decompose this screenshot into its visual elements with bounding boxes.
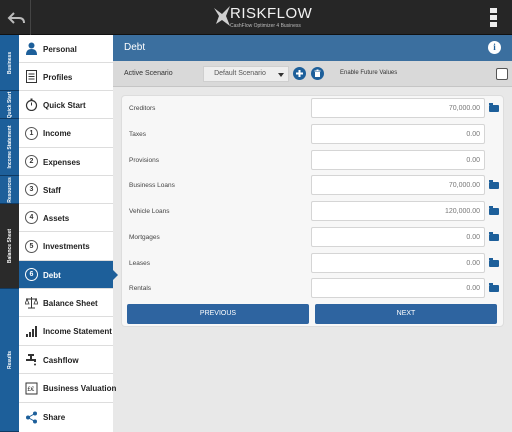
step-number: 6 <box>25 268 38 281</box>
enable-future-values-label: Enable Future Values <box>340 70 398 76</box>
info-icon[interactable]: i <box>488 41 501 54</box>
form-row-mortgages: Mortgages 0.00 <box>122 225 505 251</box>
calculator-icon: £€ <box>25 382 38 395</box>
sidebar-item-personal[interactable]: Personal <box>19 35 113 63</box>
step-number: 4 <box>25 211 38 224</box>
page-title: Debt <box>124 42 146 53</box>
enable-future-values-checkbox[interactable] <box>496 68 508 80</box>
sidebar-item-balance-sheet[interactable]: Balance Sheet <box>19 289 113 317</box>
back-button[interactable] <box>6 7 28 29</box>
business-loans-input[interactable]: 70,000.00 <box>311 175 485 195</box>
plus-icon <box>296 70 303 77</box>
document-icon <box>26 70 37 83</box>
creditors-input[interactable]: 70,000.00 <box>311 98 485 118</box>
group-tab-results[interactable]: Results <box>0 289 19 432</box>
sidebar-item-cashflow[interactable]: Cashflow <box>19 346 113 374</box>
sidebar-item-investments[interactable]: 5 Investments <box>19 232 113 261</box>
page-header: Debt i <box>113 35 512 61</box>
group-tabs: Business Quick Start Income Statement Re… <box>0 35 19 432</box>
sidebar-item-quick-start[interactable]: Quick Start <box>19 91 113 119</box>
form-row-rentals: Rentals 0.00 <box>122 276 505 302</box>
sidebar-item-income-statement[interactable]: Income Statement <box>19 317 113 346</box>
form-row-creditors: Creditors 70,000.00 <box>122 96 505 122</box>
folder-icon[interactable] <box>489 206 499 215</box>
chevron-down-icon <box>278 73 284 77</box>
group-tab-balance-sheet[interactable]: Balance Sheet <box>0 204 19 289</box>
scenario-bar: Active Scenario Default Scenario Enable … <box>113 61 512 87</box>
step-number: 2 <box>25 155 38 168</box>
trash-icon <box>314 69 321 77</box>
active-scenario-label: Active Scenario <box>124 70 173 77</box>
eagle-logo-icon <box>214 6 230 26</box>
folder-icon[interactable] <box>489 180 499 189</box>
rentals-input[interactable]: 0.00 <box>311 278 485 298</box>
more-menu-button[interactable] <box>488 6 500 30</box>
stopwatch-icon <box>25 98 38 111</box>
sidebar-item-expenses[interactable]: 2 Expenses <box>19 148 113 176</box>
sidebar-item-staff[interactable]: 3 Staff <box>19 176 113 204</box>
bar-chart-icon <box>26 326 37 337</box>
form-row-leases: Leases 0.00 <box>122 251 505 277</box>
form-row-vehicle-loans: Vehicle Loans 120,000.00 <box>122 199 505 225</box>
previous-button[interactable]: PREVIOUS <box>127 304 309 324</box>
taxes-input[interactable]: 0.00 <box>311 124 485 144</box>
next-button[interactable]: NEXT <box>315 304 497 324</box>
folder-icon[interactable] <box>489 103 499 112</box>
folder-icon[interactable] <box>489 232 499 241</box>
sidebar: Personal Profiles Quick Start 1 Income 2… <box>19 35 116 432</box>
sidebar-item-profiles[interactable]: Profiles <box>19 63 113 91</box>
top-bar: RISKFLOW CashFlow Optimizer 4 Business <box>0 0 512 35</box>
add-scenario-button[interactable] <box>293 67 306 80</box>
form-row-business-loans: Business Loans 70,000.00 <box>122 173 505 199</box>
form-row-provisions: Provisions 0.00 <box>122 148 505 174</box>
provisions-input[interactable]: 0.00 <box>311 150 485 170</box>
folder-icon[interactable] <box>489 258 499 267</box>
share-icon <box>26 411 37 424</box>
step-number: 3 <box>25 183 38 196</box>
mortgages-input[interactable]: 0.00 <box>311 227 485 247</box>
scales-icon <box>25 297 38 309</box>
group-tab-business[interactable]: Business <box>0 35 19 91</box>
form-row-taxes: Taxes 0.00 <box>122 122 505 148</box>
sidebar-item-income[interactable]: 1 Income <box>19 119 113 148</box>
divider <box>30 0 31 35</box>
scenario-dropdown[interactable]: Default Scenario <box>203 66 289 82</box>
sidebar-item-assets[interactable]: 4 Assets <box>19 204 113 232</box>
svg-text:£€: £€ <box>28 387 35 393</box>
group-tab-resources[interactable]: Resources <box>0 176 19 204</box>
debt-form: Creditors 70,000.00 Taxes 0.00 Provision… <box>121 95 504 327</box>
sidebar-item-share[interactable]: Share <box>19 403 113 432</box>
active-indicator-arrow <box>113 270 118 280</box>
app-tagline: CashFlow Optimizer 4 Business <box>230 23 301 29</box>
app-logo: RISKFLOW CashFlow Optimizer 4 Business <box>212 4 312 30</box>
sidebar-item-business-valuation[interactable]: £€ Business Valuation <box>19 374 116 403</box>
step-number: 1 <box>25 127 38 140</box>
vehicle-loans-input[interactable]: 120,000.00 <box>311 201 485 221</box>
group-tab-income-statement[interactable]: Income Statement <box>0 119 19 176</box>
faucet-icon <box>26 354 36 366</box>
step-number: 5 <box>25 240 38 253</box>
delete-scenario-button[interactable] <box>311 67 324 80</box>
leases-input[interactable]: 0.00 <box>311 253 485 273</box>
folder-icon[interactable] <box>489 283 499 292</box>
person-icon <box>26 42 37 55</box>
sidebar-item-debt[interactable]: 6 Debt <box>19 261 113 289</box>
back-arrow-icon <box>7 12 25 24</box>
scenario-value: Default Scenario <box>214 70 266 77</box>
app-name: RISKFLOW <box>230 5 313 22</box>
group-tab-quick-start[interactable]: Quick Start <box>0 91 19 119</box>
